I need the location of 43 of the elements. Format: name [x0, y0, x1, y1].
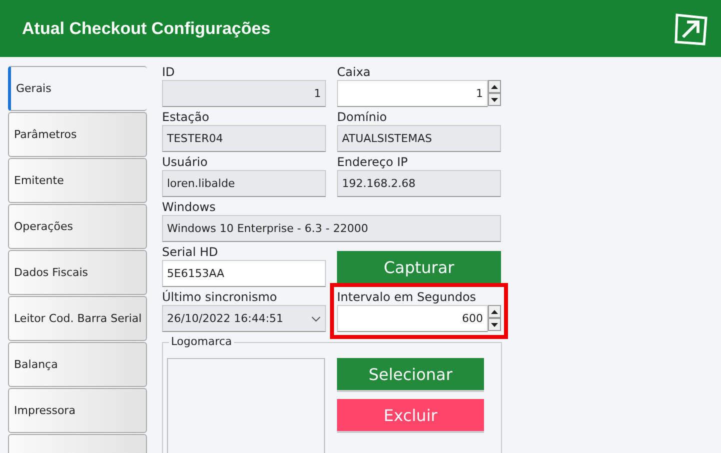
field-label: Caixa: [337, 65, 372, 80]
input-field: 192.168.2.68: [337, 170, 501, 197]
caret-down-icon: [491, 98, 498, 102]
spin-down-button[interactable]: [488, 93, 501, 106]
spin-up-button[interactable]: [488, 80, 501, 93]
field-label: ID: [162, 65, 176, 80]
field-label: Endereço IP: [337, 155, 409, 170]
select-button[interactable]: Selecionar: [337, 358, 484, 392]
arrow-logo-icon: [673, 10, 709, 46]
spin-down-button[interactable]: [488, 318, 501, 331]
field-label: Intervalo em Segundos: [337, 290, 478, 305]
input-field: ATUALSISTEMAS: [337, 125, 501, 152]
dropdown-value: 26/10/2022 16:44:51: [167, 312, 284, 325]
caret-up-icon: [491, 84, 498, 88]
input-field: loren.libalde: [162, 170, 326, 197]
date-dropdown[interactable]: 26/10/2022 16:44:51: [162, 305, 326, 332]
tab[interactable]: Gerais: [8, 66, 147, 111]
input-field[interactable]: 5E6153AA: [162, 260, 326, 287]
caret-up-icon: [491, 310, 498, 314]
field-label: Usuário: [162, 155, 209, 170]
input-field: Windows 10 Enterprise - 6.3 - 22000: [162, 215, 501, 242]
field-label: Windows: [162, 200, 217, 215]
input-field: 1: [162, 80, 326, 107]
tab[interactable]: Emitente: [8, 158, 147, 203]
group-title: Logomarca: [169, 335, 234, 348]
field-label: Estação: [162, 110, 210, 125]
field-label: Domínio: [337, 110, 388, 125]
tab[interactable]: Leitor Cod. Barra Serial: [8, 296, 147, 341]
field-label: Serial HD: [162, 245, 220, 260]
caret-down-icon: [491, 322, 498, 326]
tab[interactable]: Operações: [8, 204, 147, 249]
chevron-down-icon: [311, 316, 321, 322]
capture-button[interactable]: Capturar: [337, 251, 501, 285]
spin-up-button[interactable]: [488, 305, 501, 318]
number-input-field[interactable]: 600: [337, 305, 488, 332]
tab[interactable]: Dados Fiscais: [8, 250, 147, 295]
field-label: Último sincronismo: [162, 290, 278, 305]
tab[interactable]: Impressora: [8, 388, 147, 433]
number-input-field[interactable]: 1: [337, 80, 488, 107]
input-field: TESTER04: [162, 125, 326, 152]
tab[interactable]: Balança: [8, 342, 147, 387]
tab[interactable]: Parâmetros: [8, 112, 147, 157]
window-title: Atual Checkout Configurações: [22, 18, 270, 38]
